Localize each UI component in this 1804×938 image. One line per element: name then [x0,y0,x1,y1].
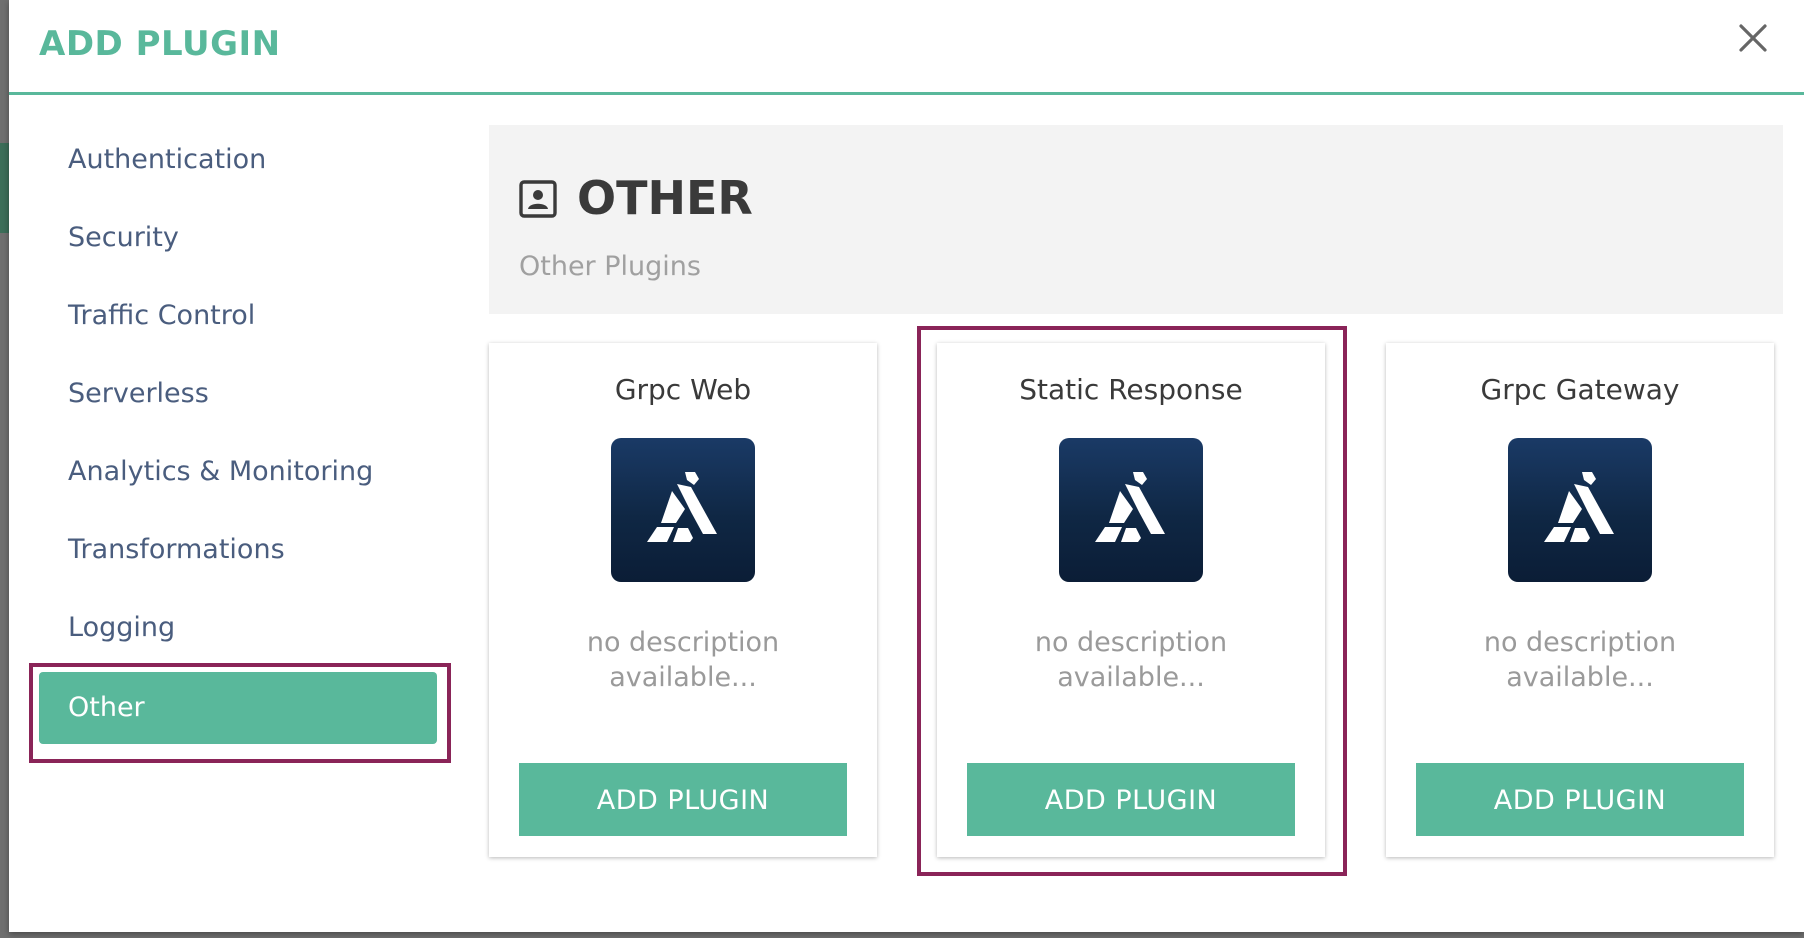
section-header: OTHER Other Plugins [489,125,1783,314]
section-subtitle: Other Plugins [519,251,701,282]
plugin-card-title: Grpc Gateway [1480,373,1680,406]
add-plugin-button[interactable]: ADD PLUGIN [519,763,847,836]
gorilla-icon [647,472,717,542]
close-icon [1739,24,1767,52]
add-plugin-modal: ADD PLUGIN Authentication Security Traff… [9,0,1804,932]
sidebar-item-authentication[interactable]: Authentication [39,124,437,196]
plugin-card-grpc-gateway: Grpc Gateway no description available...… [1386,343,1774,857]
sidebar-item-security[interactable]: Security [39,202,437,274]
sidebar-item-traffic-control[interactable]: Traffic Control [39,280,437,352]
kong-gorilla-logo [1059,438,1203,582]
modal-title: ADD PLUGIN [39,24,281,64]
backdrop-strip [0,143,9,233]
gorilla-icon [1544,472,1614,542]
sidebar-item-serverless[interactable]: Serverless [39,358,437,430]
close-button[interactable] [1731,16,1775,60]
add-plugin-button[interactable]: ADD PLUGIN [1416,763,1744,836]
sidebar-item-logging[interactable]: Logging [39,592,437,664]
plugin-card-title: Static Response [1019,373,1243,406]
kong-gorilla-logo [611,438,755,582]
plugin-card-title: Grpc Web [614,373,752,406]
section-title: OTHER [577,171,753,225]
plugin-card-description: no description available... [1034,627,1228,693]
plugin-card-description: no description available... [1483,627,1677,693]
sidebar-item-transformations[interactable]: Transformations [39,514,437,586]
plugin-card-description: no description available... [586,627,780,693]
plugin-card-grpc-web: Grpc Web no description available... ADD… [489,343,877,857]
plugin-card-static-response: Static Response no description available… [937,343,1325,857]
kong-gorilla-logo [1508,438,1652,582]
contact-card-icon [519,180,557,218]
sidebar-item-analytics-monitoring[interactable]: Analytics & Monitoring [39,436,437,508]
modal-header: ADD PLUGIN [9,0,1804,95]
gorilla-icon [1095,472,1165,542]
sidebar-item-other[interactable]: Other [39,672,437,744]
add-plugin-button[interactable]: ADD PLUGIN [967,763,1295,836]
